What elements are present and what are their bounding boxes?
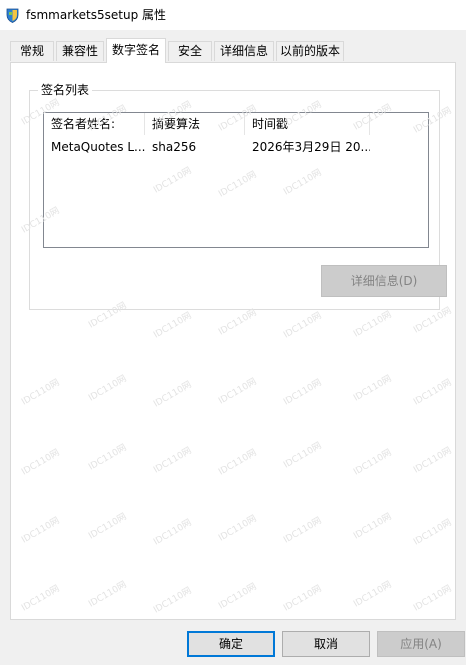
timestamp-cell: 2026年3月29日 20... <box>252 140 370 154</box>
watermark: IDC110网 <box>352 447 394 478</box>
watermark: IDC110网 <box>152 379 194 410</box>
watermark: IDC110网 <box>217 447 259 478</box>
tab-security[interactable]: 安全 <box>168 41 212 61</box>
watermark: IDC110网 <box>217 307 259 338</box>
watermark: IDC110网 <box>217 513 259 544</box>
watermark: IDC110网 <box>282 377 324 408</box>
watermark: IDC110网 <box>282 310 324 341</box>
list-header: 签名者姓名: 摘要算法 时间戳 <box>44 113 428 135</box>
watermark: IDC110网 <box>152 585 194 616</box>
apply-button[interactable]: 应用(A) <box>377 631 465 657</box>
window-title: fsmmarkets5setup 属性 <box>26 8 167 22</box>
tab-details[interactable]: 详细信息 <box>214 41 274 61</box>
signature-list-view[interactable]: 签名者姓名: 摘要算法 时间戳 MetaQuotes L... sha256 2… <box>43 112 429 248</box>
digest-algorithm-cell: sha256 <box>152 140 197 154</box>
watermark: IDC110网 <box>282 583 324 614</box>
column-header-timestamp[interactable]: 时间戳 <box>245 113 370 135</box>
watermark: IDC110网 <box>20 515 62 546</box>
signature-list-group: 签名列表 签名者姓名: 摘要算法 时间戳 MetaQuotes L... sha… <box>29 82 447 310</box>
watermark: IDC110网 <box>87 442 129 473</box>
watermark: IDC110网 <box>20 377 62 408</box>
watermark: IDC110网 <box>352 373 394 404</box>
watermark: IDC110网 <box>217 376 259 407</box>
tab-general[interactable]: 常规 <box>10 41 54 61</box>
cancel-button[interactable]: 取消 <box>282 631 370 657</box>
watermark: IDC110网 <box>152 445 194 476</box>
signature-list-label: 签名列表 <box>38 82 93 98</box>
column-header-digest[interactable]: 摘要算法 <box>145 113 245 135</box>
installer-shield-icon <box>6 8 19 23</box>
table-row[interactable]: MetaQuotes L... sha256 2026年3月29日 20... <box>44 137 428 157</box>
watermark: IDC110网 <box>87 511 129 542</box>
watermark: IDC110网 <box>20 583 62 614</box>
tab-digital-signatures[interactable]: 数字签名 <box>106 38 166 63</box>
watermark: IDC110网 <box>352 511 394 542</box>
watermark: IDC110网 <box>412 517 454 548</box>
tab-compatibility[interactable]: 兼容性 <box>56 41 104 61</box>
signer-name-cell: MetaQuotes L... <box>51 140 145 154</box>
tab-bar: 常规 兼容性 数字签名 安全 详细信息 以前的版本 <box>0 38 466 63</box>
watermark: IDC110网 <box>152 517 194 548</box>
watermark: IDC110网 <box>412 445 454 476</box>
watermark: IDC110网 <box>352 579 394 610</box>
tab-panel-digital-signatures: 签名列表 签名者姓名: 摘要算法 时间戳 MetaQuotes L... sha… <box>10 62 456 620</box>
watermark: IDC110网 <box>282 515 324 546</box>
column-header-signer[interactable]: 签名者姓名: <box>44 113 145 135</box>
tab-previous-versions[interactable]: 以前的版本 <box>276 41 344 61</box>
watermark: IDC110网 <box>282 440 324 471</box>
watermark: IDC110网 <box>217 581 259 612</box>
watermark: IDC110网 <box>87 579 129 610</box>
watermark: IDC110网 <box>87 373 129 404</box>
ok-button[interactable]: 确定 <box>187 631 275 657</box>
watermark: IDC110网 <box>412 377 454 408</box>
watermark: IDC110网 <box>152 310 194 341</box>
details-button[interactable]: 详细信息(D) <box>321 265 447 297</box>
watermark: IDC110网 <box>20 447 62 478</box>
watermark: IDC110网 <box>352 309 394 340</box>
watermark: IDC110网 <box>412 583 454 614</box>
title-bar: fsmmarkets5setup 属性 <box>0 0 466 30</box>
